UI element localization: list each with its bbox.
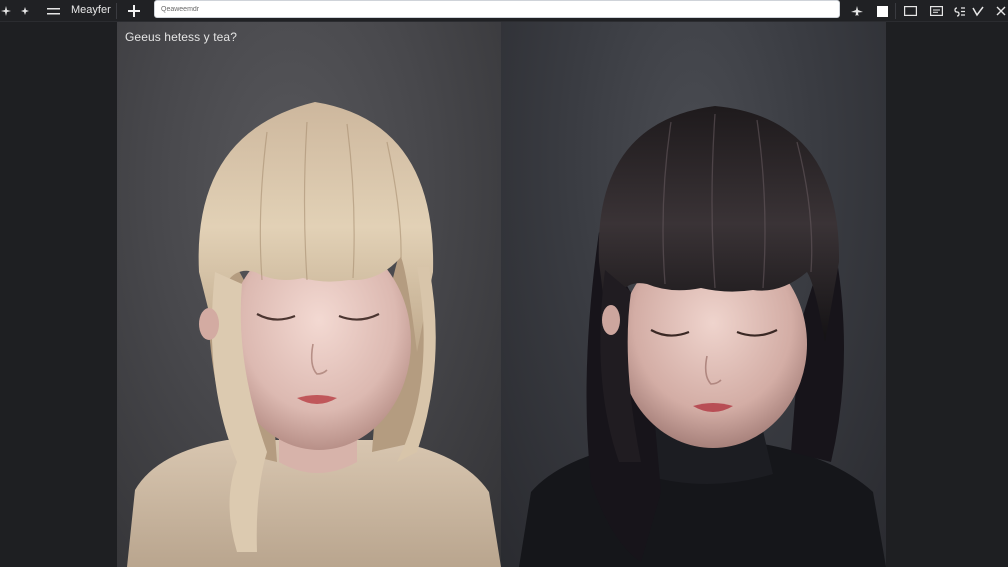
toolbar-divider — [895, 3, 896, 19]
square-icon[interactable] — [874, 0, 890, 22]
close-icon[interactable] — [994, 0, 1008, 22]
plane-icon[interactable] — [848, 0, 866, 22]
sparkle-icon[interactable] — [17, 0, 33, 22]
top-toolbar: Meayfer — [0, 0, 1008, 22]
window-icon[interactable] — [901, 0, 919, 22]
menu-icon[interactable] — [44, 0, 62, 22]
search-input[interactable] — [154, 0, 840, 18]
dark-hair-girl-illustration — [519, 106, 886, 567]
image-dark-hair-girl[interactable] — [501, 22, 886, 567]
settings-icon[interactable] — [952, 0, 968, 22]
right-gutter — [886, 22, 1008, 567]
image-blonde-girl[interactable] — [117, 22, 501, 567]
gallery-icon[interactable] — [927, 0, 945, 22]
compass-icon[interactable] — [0, 0, 12, 22]
app-name: Meayfer — [71, 4, 111, 16]
toolbar-divider — [116, 3, 117, 19]
check-icon[interactable] — [970, 0, 986, 22]
left-gutter — [0, 22, 117, 567]
add-button[interactable] — [124, 0, 144, 22]
blonde-girl-illustration — [127, 102, 501, 567]
image-caption: Geeus hetess y tea? — [125, 30, 237, 44]
